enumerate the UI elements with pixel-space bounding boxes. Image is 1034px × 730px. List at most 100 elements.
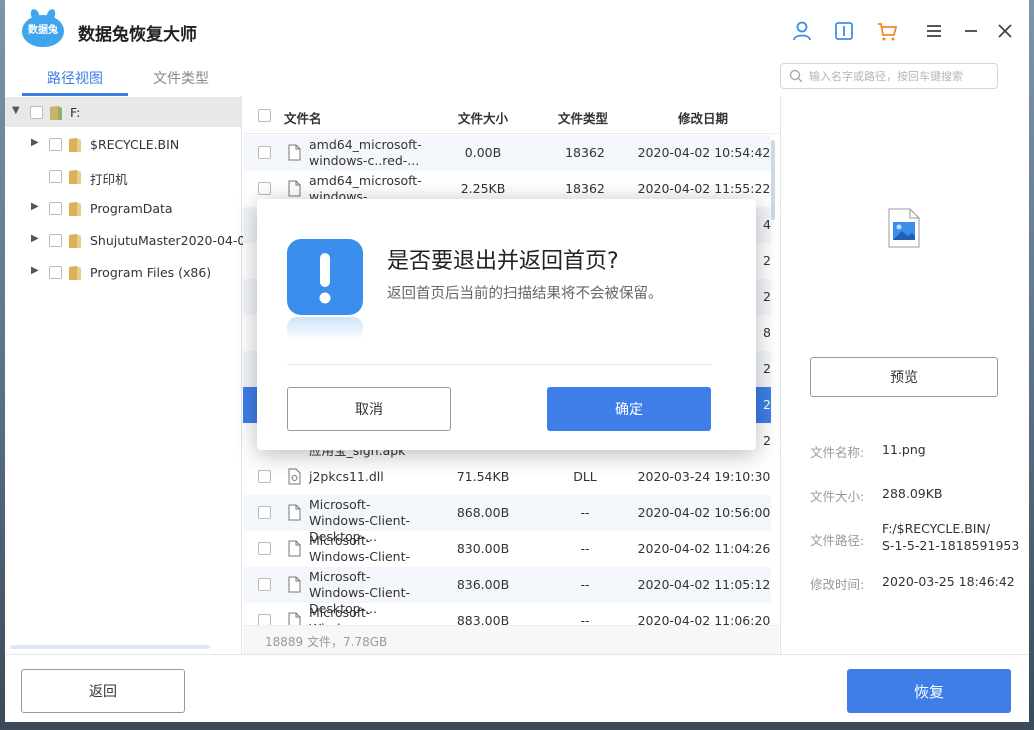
app-window: 数据兔 数据兔恢复大师 路径视图 文件类型 输入名字或路径，按回车键搜索 ▼ F… bbox=[5, 0, 1029, 722]
detail-path-label: 文件路径: bbox=[810, 533, 865, 548]
close-icon[interactable] bbox=[994, 20, 1016, 42]
file-date: 2020-04-02 11:55:22 bbox=[637, 181, 771, 196]
preview-button[interactable]: 预览 bbox=[810, 357, 998, 397]
detail-path-value-line2: S-1-5-21-1818591953 bbox=[882, 538, 1020, 553]
tree-item-recycle-bin[interactable]: ▶ $RECYCLE.BIN bbox=[5, 129, 242, 159]
detail-size-label: 文件大小: bbox=[810, 489, 865, 504]
tree-checkbox[interactable] bbox=[30, 106, 43, 119]
column-header-date[interactable]: 修改日期 bbox=[678, 108, 728, 127]
table-row[interactable]: Microsoft-Windows- 883.00B -- 2020-04-02… bbox=[243, 603, 771, 625]
row-checkbox[interactable] bbox=[258, 470, 271, 483]
file-type: -- bbox=[580, 505, 590, 520]
file-date: 2020-03-24 19:10:30 bbox=[637, 469, 771, 484]
bottom-bar: 返回 恢复 bbox=[5, 654, 1029, 722]
detail-name-label: 文件名称: bbox=[810, 445, 865, 460]
tree-checkbox[interactable] bbox=[49, 234, 62, 247]
select-all-checkbox[interactable] bbox=[258, 109, 271, 122]
confirm-button[interactable]: 确定 bbox=[547, 387, 711, 431]
column-header-size[interactable]: 文件大小 bbox=[458, 108, 508, 127]
file-icon bbox=[288, 180, 301, 197]
tree-item-label: 打印机 bbox=[90, 172, 128, 187]
tree-checkbox[interactable] bbox=[49, 202, 62, 215]
file-icon bbox=[288, 612, 301, 625]
tree-item-programdata[interactable]: ▶ ProgramData bbox=[5, 193, 242, 223]
app-logo: 数据兔 bbox=[22, 15, 64, 47]
file-date: 2020-04-02 11:06:20 bbox=[637, 613, 771, 625]
tree-item-label: Program Files (x86) bbox=[90, 265, 212, 280]
table-row[interactable]: Microsoft-Windows-Client-Desktop-... 868… bbox=[243, 495, 771, 544]
chevron-down-icon[interactable]: ▼ bbox=[12, 105, 22, 117]
file-size: 0.00B bbox=[464, 145, 502, 160]
table-row[interactable]: Microsoft-Windows-Client-Desktop-... 830… bbox=[243, 531, 771, 580]
row-checkbox[interactable] bbox=[258, 614, 271, 625]
exclamation-icon bbox=[319, 253, 331, 304]
file-size: 830.00B bbox=[456, 541, 510, 556]
folder-icon bbox=[69, 234, 81, 248]
row-checkbox[interactable] bbox=[258, 542, 271, 555]
column-header-type[interactable]: 文件类型 bbox=[558, 108, 608, 127]
image-file-icon bbox=[888, 208, 920, 248]
search-icon bbox=[789, 69, 803, 83]
back-button[interactable]: 返回 bbox=[21, 669, 185, 713]
folder-icon bbox=[69, 170, 81, 184]
logo-text: 数据兔 bbox=[28, 25, 58, 36]
tab-path-view[interactable]: 路径视图 bbox=[47, 68, 103, 88]
tree-item-program-files[interactable]: ▶ Program Files (x86) bbox=[5, 257, 242, 287]
tree-item-label: ShujutuMaster2020-04-02 bbox=[90, 233, 254, 248]
folder-icon bbox=[69, 266, 81, 280]
file-list-header: 文件名 文件大小 文件类型 修改日期 bbox=[243, 96, 779, 134]
tree-item-printer[interactable]: 打印机 bbox=[5, 161, 242, 191]
table-row[interactable]: Microsoft-Windows-Client-Desktop-... 836… bbox=[243, 567, 771, 616]
table-row[interactable]: amd64_microsoft-windows-c..red-... 0.00B… bbox=[243, 135, 771, 171]
search-box bbox=[780, 63, 998, 89]
tab-file-type[interactable]: 文件类型 bbox=[153, 68, 209, 88]
cart-icon[interactable] bbox=[876, 20, 898, 42]
menu-icon[interactable] bbox=[923, 20, 945, 42]
tree-checkbox[interactable] bbox=[49, 170, 62, 183]
file-size: 868.00B bbox=[456, 505, 510, 520]
file-icon bbox=[288, 504, 301, 521]
table-row[interactable]: j2pkcs11.dll 71.54KB DLL 2020-03-24 19:1… bbox=[243, 459, 771, 495]
column-header-name[interactable]: 文件名 bbox=[284, 108, 322, 127]
file-icon bbox=[288, 540, 301, 557]
file-date: 2020-04-02 11:04:26 bbox=[637, 541, 771, 556]
dialog-message: 返回首页后当前的扫描结果将不会被保留。 bbox=[387, 286, 663, 302]
tree-checkbox[interactable] bbox=[49, 138, 62, 151]
row-checkbox[interactable] bbox=[258, 578, 271, 591]
status-text: 18889 文件，7.78GB bbox=[265, 635, 388, 649]
folder-icon bbox=[69, 202, 81, 216]
search-input[interactable] bbox=[809, 67, 989, 85]
detail-path-value-line1: F:/$RECYCLE.BIN/ bbox=[882, 521, 991, 536]
file-date: 2020-04-02 10:54:42 bbox=[637, 145, 771, 160]
minimize-icon[interactable] bbox=[960, 20, 982, 42]
detail-time-value: 2020-03-25 18:46:42 bbox=[882, 574, 1015, 589]
title-bar: 数据兔 数据兔恢复大师 bbox=[5, 0, 1029, 62]
tree-item-label: F: bbox=[70, 105, 81, 120]
detail-size-value: 288.09KB bbox=[882, 486, 943, 501]
file-type: DLL bbox=[573, 469, 597, 484]
chevron-right-icon[interactable]: ▶ bbox=[31, 265, 41, 277]
dialog-divider bbox=[287, 364, 711, 365]
tree-item-root[interactable]: ▼ F: bbox=[5, 97, 242, 127]
folder-icon bbox=[69, 138, 81, 152]
tree-checkbox[interactable] bbox=[49, 266, 62, 279]
file-list-scrollbar[interactable] bbox=[771, 140, 775, 220]
chevron-right-icon[interactable]: ▶ bbox=[31, 233, 41, 245]
recover-button[interactable]: 恢复 bbox=[847, 669, 1011, 713]
row-checkbox[interactable] bbox=[258, 146, 271, 159]
view-tabs: 路径视图 文件类型 bbox=[22, 62, 262, 96]
chevron-right-icon[interactable]: ▶ bbox=[31, 201, 41, 213]
status-bar: 18889 文件，7.78GB bbox=[243, 625, 779, 654]
user-icon[interactable] bbox=[791, 20, 813, 42]
cancel-button[interactable]: 取消 bbox=[287, 387, 451, 431]
chevron-right-icon[interactable]: ▶ bbox=[31, 137, 41, 149]
row-checkbox[interactable] bbox=[258, 182, 271, 195]
row-checkbox[interactable] bbox=[258, 506, 271, 519]
file-size: 883.00B bbox=[456, 613, 510, 625]
app-title: 数据兔恢复大师 bbox=[78, 25, 197, 45]
file-type: -- bbox=[580, 613, 590, 625]
book-icon[interactable] bbox=[833, 20, 855, 42]
tree-horizontal-scrollbar[interactable] bbox=[10, 645, 210, 649]
file-icon bbox=[288, 576, 301, 593]
tree-item-shujutumaster[interactable]: ▶ ShujutuMaster2020-04-02 bbox=[5, 225, 253, 255]
